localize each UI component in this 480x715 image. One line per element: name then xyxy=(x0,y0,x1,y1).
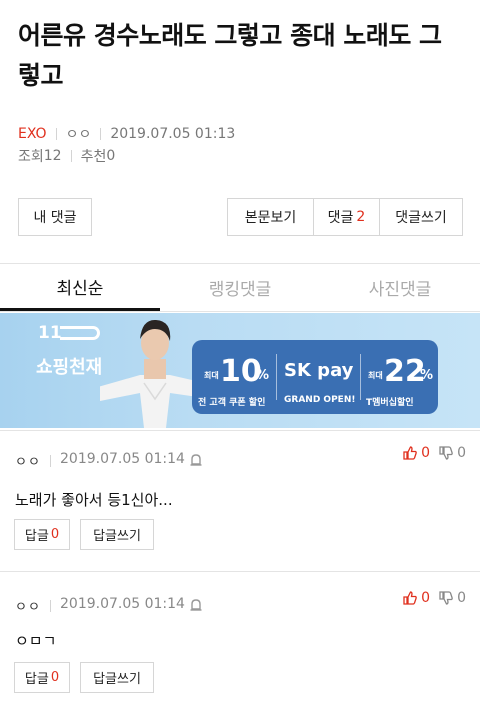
comment-item: ㅇㅇ 2019.07.05 01:14 0 0 노래가 좋아서 등1신아... … xyxy=(0,431,480,571)
promo-skpay-caption: GRAND OPEN! xyxy=(284,395,356,405)
tab-ranking[interactable]: 랭킹댓글 xyxy=(160,264,320,311)
banner-logo: 11 xyxy=(38,323,100,345)
banner-promo-panel: 최대 10 % 전 고객 쿠폰 할인 SK pay GRAND OPEN! 최대… xyxy=(192,340,438,414)
promo-coupon: 최대 10 % 전 고객 쿠폰 할인 xyxy=(192,340,276,414)
banner-logo-shape xyxy=(60,326,100,340)
thumbs-up-icon[interactable] xyxy=(402,590,418,606)
comment-date: 2019.07.05 01:14 xyxy=(60,451,185,467)
promo-coupon-caption: 전 고객 쿠폰 할인 xyxy=(198,398,266,408)
comment-text: ㅇㅁㄱ xyxy=(15,632,57,650)
like-count: 0 xyxy=(421,445,431,461)
recommend-count: 0 xyxy=(106,148,116,164)
comments-count: 2 xyxy=(356,209,366,225)
my-comments-button[interactable]: 내 댓글 xyxy=(18,198,92,236)
promo-membership: 최대 22 % T멤버십할인 xyxy=(360,340,438,414)
views-count: 12 xyxy=(43,148,62,164)
promo-coupon-prefix: 최대 xyxy=(204,371,219,380)
tab-photo[interactable]: 사진댓글 xyxy=(320,264,480,311)
thumbs-down-icon[interactable] xyxy=(438,590,454,606)
comment-votes: 0 0 xyxy=(402,445,466,461)
comment-text: 노래가 좋아서 등1신아... xyxy=(15,491,173,509)
thumbs-down-icon[interactable] xyxy=(438,445,454,461)
reply-label: 답글 xyxy=(24,672,49,687)
divider xyxy=(50,455,51,467)
post-stats: 조회 12 추천 0 xyxy=(18,146,115,166)
reply-button[interactable]: 답글 0 xyxy=(14,662,70,693)
recommend-label: 추천 xyxy=(80,149,107,165)
post-date: 2019.07.05 01:13 xyxy=(110,126,236,142)
view-post-button[interactable]: 본문보기 xyxy=(228,199,314,235)
skpay-logo: SK pay xyxy=(284,360,354,381)
divider xyxy=(50,600,51,612)
promo-membership-caption: T멤버십할인 xyxy=(366,398,414,408)
divider xyxy=(55,128,57,140)
like-count: 0 xyxy=(421,590,431,606)
comment-tabs: 최신순 랭킹댓글 사진댓글 xyxy=(0,264,480,312)
comment-date: 2019.07.05 01:14 xyxy=(60,596,185,612)
report-icon[interactable] xyxy=(188,597,204,613)
comment-author[interactable]: ㅇㅇ xyxy=(15,596,41,615)
reply-count: 0 xyxy=(50,670,60,685)
views-label: 조회 xyxy=(18,149,44,165)
promo-skpay: SK pay GRAND OPEN! xyxy=(276,340,360,414)
ad-banner[interactable]: 11 쇼핑천재 최대 10 % 전 고객 쿠폰 할인 SK pay GRAND … xyxy=(0,313,480,428)
banner-shop-text: 쇼핑천재 xyxy=(36,357,103,378)
comment-item: ㅇㅇ 2019.07.05 01:14 0 0 ㅇㅁㄱ 답글 0 답글쓰기 xyxy=(0,572,480,715)
comments-label: 댓글 xyxy=(327,210,354,226)
tab-latest[interactable]: 최신순 xyxy=(0,264,160,311)
post-action-group: 본문보기 댓글 2 댓글쓰기 xyxy=(227,198,463,236)
post-author[interactable]: ㅇㅇ xyxy=(66,124,92,144)
write-comment-button[interactable]: 댓글쓰기 xyxy=(380,199,462,235)
post-title: 어른유 경수노래도 그렇고 종대 노래도 그렇고 xyxy=(18,21,442,90)
dislike-count: 0 xyxy=(457,590,466,606)
reply-label: 답글 xyxy=(24,529,49,544)
divider xyxy=(70,150,72,162)
write-reply-button[interactable]: 답글쓰기 xyxy=(80,519,154,550)
report-icon[interactable] xyxy=(188,452,204,468)
promo-coupon-unit: % xyxy=(256,368,270,383)
write-reply-button[interactable]: 답글쓰기 xyxy=(80,662,154,693)
promo-membership-unit: % xyxy=(420,368,434,383)
comment-author[interactable]: ㅇㅇ xyxy=(15,451,41,470)
reply-button[interactable]: 답글 0 xyxy=(14,519,70,550)
banner-logo-text: 11 xyxy=(38,323,62,343)
thumbs-up-icon[interactable] xyxy=(402,445,418,461)
divider xyxy=(100,128,102,140)
post-meta: EXO ㅇㅇ 2019.07.05 01:13 xyxy=(18,124,235,144)
reply-count: 0 xyxy=(50,527,60,542)
promo-membership-prefix: 최대 xyxy=(368,371,383,380)
comments-button[interactable]: 댓글 2 xyxy=(314,199,380,235)
comment-votes: 0 0 xyxy=(402,590,466,606)
dislike-count: 0 xyxy=(457,445,466,461)
post-category[interactable]: EXO xyxy=(18,126,47,142)
